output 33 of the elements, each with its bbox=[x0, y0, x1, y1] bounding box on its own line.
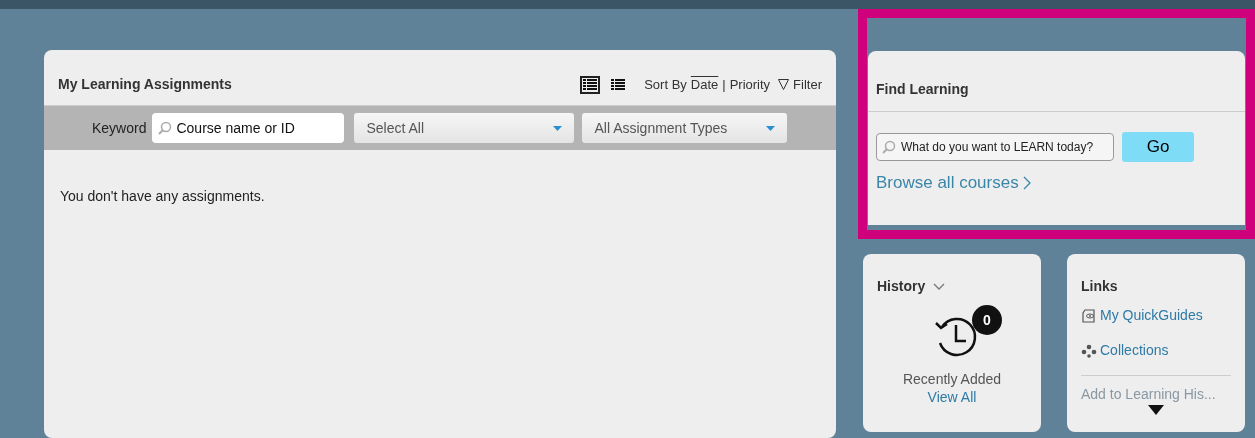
link-item[interactable]: My QuickGuides bbox=[1081, 305, 1231, 326]
empty-message: You don't have any assignments. bbox=[59, 187, 266, 206]
dots-cluster-icon bbox=[1081, 343, 1097, 358]
sort-label: Sort By bbox=[644, 75, 687, 94]
card-title: History bbox=[877, 277, 926, 296]
go-button[interactable]: Go bbox=[1122, 132, 1194, 162]
card-title: Links bbox=[1081, 277, 1119, 296]
filter-link[interactable]: Filter bbox=[793, 74, 822, 95]
search-field[interactable]: What do you want to LEARN today? bbox=[876, 133, 1114, 161]
dropdown[interactable]: Select All bbox=[354, 113, 575, 143]
chevron-down-icon[interactable] bbox=[933, 282, 946, 291]
panel-title: My Learning Assignments bbox=[58, 75, 232, 94]
sort-option[interactable]: Date bbox=[690, 74, 719, 95]
keyword-label: Keyword bbox=[92, 118, 147, 138]
sort-option[interactable]: Priority bbox=[729, 74, 771, 95]
guide-icon bbox=[1081, 308, 1097, 323]
count-badge: 0 bbox=[972, 305, 1002, 335]
filter-icon[interactable] bbox=[778, 79, 790, 90]
caret-icon bbox=[766, 125, 776, 131]
scroll-down-icon[interactable] bbox=[1148, 405, 1164, 415]
caret-icon bbox=[553, 125, 563, 131]
search-icon bbox=[158, 121, 173, 135]
chevron-right-icon bbox=[1022, 175, 1031, 190]
link-item[interactable]: Collections bbox=[1081, 340, 1231, 361]
view-all-link[interactable]: View All bbox=[877, 388, 1027, 406]
search-icon bbox=[882, 140, 896, 154]
separator: | bbox=[722, 75, 726, 94]
browse-link[interactable]: Browse all courses bbox=[876, 170, 1019, 196]
detail-view-icon[interactable] bbox=[580, 75, 601, 94]
keyword-field[interactable]: Course name or ID bbox=[152, 113, 345, 143]
dropdown[interactable]: All Assignment Types bbox=[582, 113, 788, 143]
panel-title: Find Learning bbox=[876, 81, 969, 97]
history-caption: Recently Added bbox=[901, 371, 1003, 389]
